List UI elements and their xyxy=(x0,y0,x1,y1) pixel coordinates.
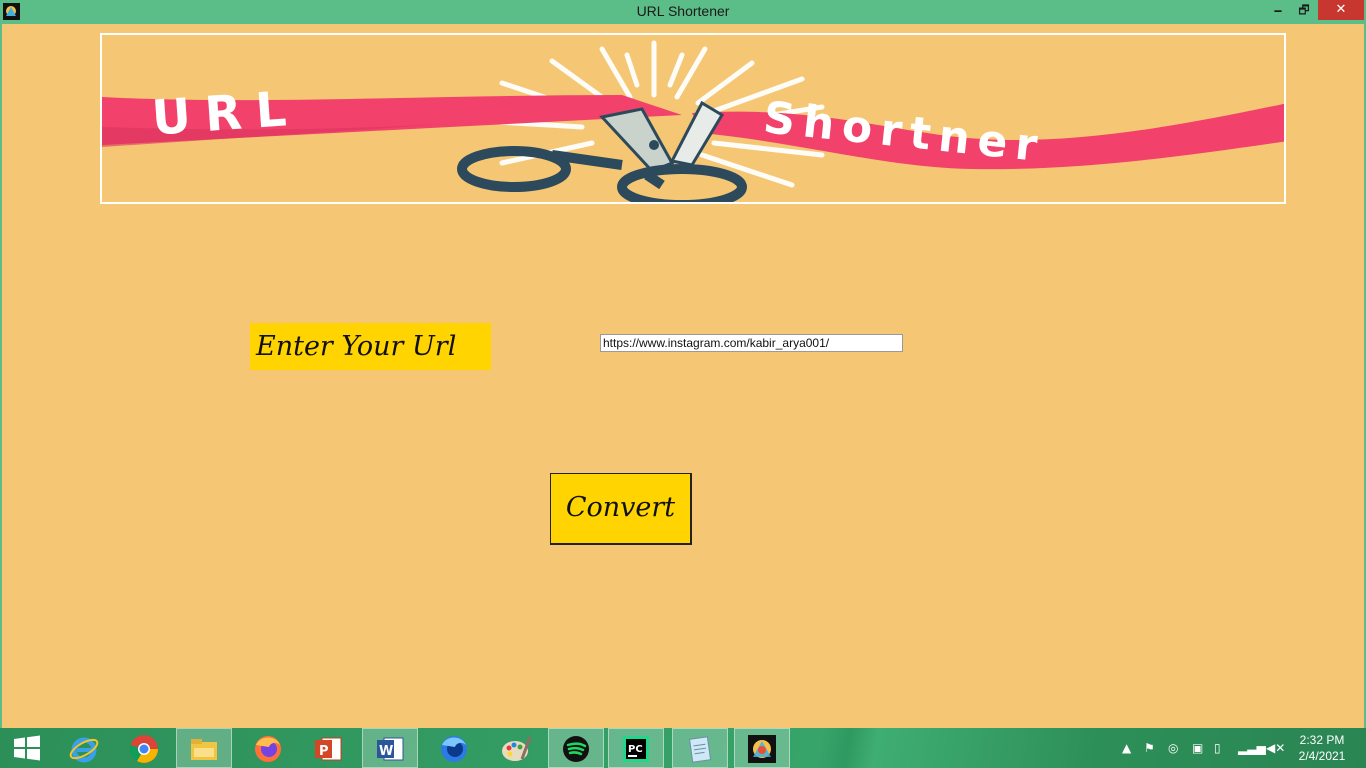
display-icon[interactable]: ▣ xyxy=(1192,741,1203,755)
close-button[interactable]: ✕ xyxy=(1318,0,1364,20)
convert-button[interactable]: Convert xyxy=(550,473,692,545)
word-icon: W xyxy=(377,737,404,761)
taskbar-file-explorer[interactable] xyxy=(176,728,232,768)
taskbar-paint[interactable] xyxy=(488,728,544,768)
clock[interactable]: 2:32 PM 2/4/2021 xyxy=(1292,732,1352,764)
file-explorer-icon xyxy=(191,739,217,760)
internet-explorer-icon xyxy=(69,737,99,763)
svg-text:W: W xyxy=(379,744,393,759)
enter-url-label: Enter Your Url xyxy=(250,323,491,370)
svg-text:PC: PC xyxy=(628,744,643,755)
taskbar-internet-explorer[interactable] xyxy=(56,728,112,768)
paint-icon xyxy=(502,736,532,761)
svg-text:P: P xyxy=(319,744,329,759)
window-title: URL Shortener xyxy=(636,3,730,19)
network-signal-icon[interactable]: ▂▃▅ xyxy=(1238,741,1266,755)
taskbar-word[interactable]: W xyxy=(362,728,418,768)
firefox-icon xyxy=(255,736,281,762)
battery-icon[interactable]: ▯ xyxy=(1214,741,1221,755)
clock-time: 2:32 PM xyxy=(1299,733,1345,747)
taskbar-notepad[interactable] xyxy=(672,728,728,768)
action-center-flag-icon[interactable]: ⚑ xyxy=(1144,741,1155,755)
taskbar: P W PC ▲ ⚑ ◎ ▣ ▯ ▂▃▅ ◀✕ 2:32 PM 2/4/2021 xyxy=(0,728,1366,768)
taskbar-chrome[interactable] xyxy=(116,728,172,768)
url-input[interactable] xyxy=(600,334,903,352)
system-tray: ▲ ⚑ ◎ ▣ ▯ ▂▃▅ ◀✕ xyxy=(1118,728,1288,768)
maximize-button[interactable]: 🗗 xyxy=(1291,0,1317,20)
taskbar-url-shortener[interactable] xyxy=(734,728,790,768)
title-bar: URL Shortener 🗕 🗗 ✕ xyxy=(0,0,1366,25)
volume-muted-icon[interactable]: ◀✕ xyxy=(1266,741,1285,755)
pycharm-icon: PC xyxy=(623,736,649,762)
minimize-button[interactable]: 🗕 xyxy=(1265,0,1291,20)
taskbar-spotify[interactable] xyxy=(548,728,604,768)
antivirus-icon[interactable]: ◎ xyxy=(1168,741,1178,755)
spotify-icon xyxy=(563,736,589,762)
start-icon xyxy=(14,735,40,761)
clock-date: 2/4/2021 xyxy=(1298,749,1346,763)
banner-url-text: URL xyxy=(150,80,302,146)
taskbar-firefox[interactable] xyxy=(240,728,296,768)
taskbar-powerpoint[interactable]: P xyxy=(300,728,356,768)
url-shortener-app-icon xyxy=(748,735,776,763)
chrome-icon xyxy=(129,735,158,763)
taskbar-pycharm[interactable]: PC xyxy=(608,728,664,768)
start-button[interactable] xyxy=(0,728,56,768)
firefox-dev-icon xyxy=(441,736,467,762)
taskbar-firefox-developer[interactable] xyxy=(426,728,482,768)
banner-image: URL Shortner xyxy=(100,33,1286,204)
show-hidden-icons-icon[interactable]: ▲ xyxy=(1122,741,1131,755)
notepad-icon xyxy=(688,736,712,763)
powerpoint-icon: P xyxy=(315,737,342,761)
